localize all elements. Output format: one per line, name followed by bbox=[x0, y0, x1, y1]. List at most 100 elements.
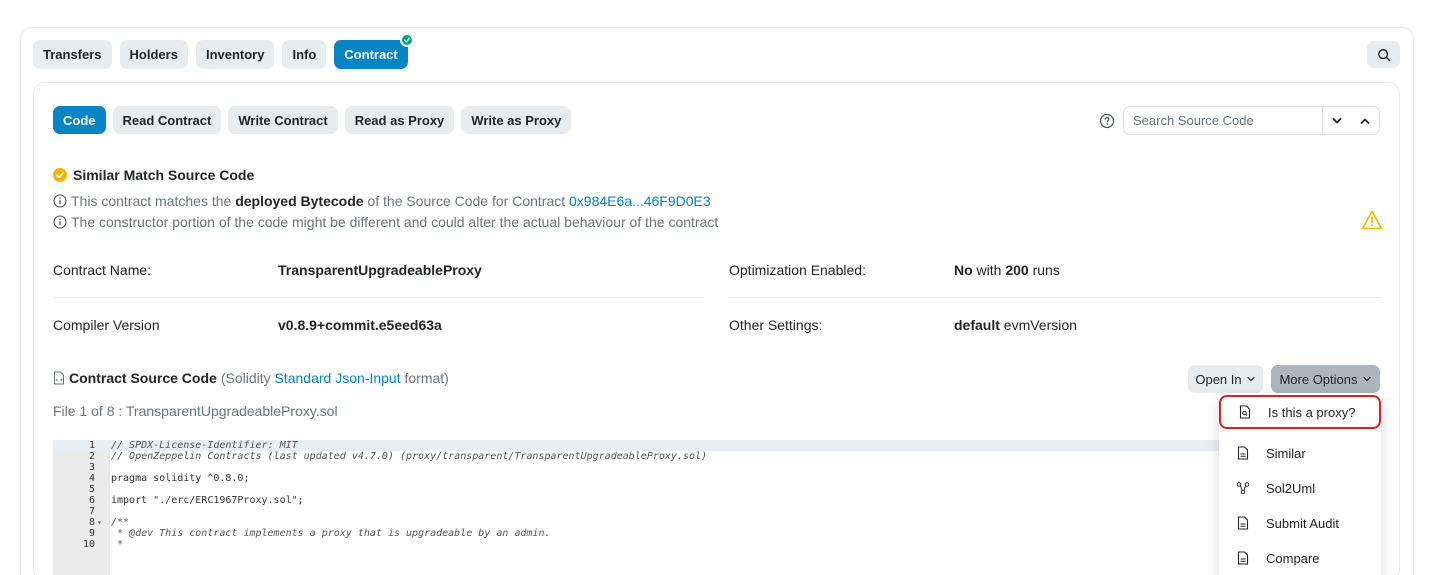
contract-name-value: TransparentUpgradeableProxy bbox=[278, 262, 482, 278]
divider bbox=[729, 297, 1380, 298]
tab-contract-label: Contract bbox=[344, 47, 398, 62]
line-number: 9 bbox=[88, 528, 95, 539]
source-code-title: Contract Source Code (Solidity Standard … bbox=[53, 370, 449, 386]
similar-match-label: Similar Match Source Code bbox=[73, 167, 255, 183]
info-icon bbox=[53, 215, 67, 229]
source-code-label: Contract Source Code bbox=[69, 370, 217, 386]
line-number: 7 bbox=[88, 506, 95, 517]
subtab-code[interactable]: Code bbox=[53, 106, 106, 134]
menu-item-label: Similar bbox=[1266, 445, 1306, 461]
help-icon[interactable] bbox=[1099, 113, 1115, 129]
code-line: 4 pragma solidity ^0.8.0; bbox=[53, 473, 1219, 484]
match-info-line-2: The constructor portion of the code migh… bbox=[53, 214, 718, 230]
more-options-button[interactable]: More Options bbox=[1271, 365, 1380, 393]
menu-item-label: Submit Audit bbox=[1266, 515, 1339, 531]
info-icon bbox=[53, 194, 67, 208]
contract-address-link[interactable]: 0x984E6a...46F9D0E3 bbox=[569, 193, 711, 209]
line-number: 5 bbox=[88, 484, 95, 495]
file-icon bbox=[1237, 446, 1249, 460]
subtab-read-contract[interactable]: Read Contract bbox=[112, 106, 222, 134]
optimization-value: No with 200 runs bbox=[954, 262, 1060, 278]
chevron-down-icon bbox=[1362, 376, 1371, 382]
optimization-runs-value: 200 bbox=[1005, 262, 1029, 278]
optimization-label: Optimization Enabled: bbox=[729, 262, 866, 278]
match-line2-text: The constructor portion of the code migh… bbox=[71, 214, 719, 230]
verified-check-icon bbox=[399, 33, 414, 47]
search-next-button[interactable] bbox=[1323, 107, 1351, 134]
menu-item-submit-audit[interactable]: Submit Audit bbox=[1219, 506, 1381, 540]
code-text: pragma solidity ^0.8.0; bbox=[111, 473, 250, 484]
code-text: import "./erc/ERC1967Proxy.sol"; bbox=[111, 495, 304, 506]
code-line: 6 import "./erc/ERC1967Proxy.sol"; bbox=[53, 495, 1219, 506]
tab-transfers[interactable]: Transfers bbox=[33, 40, 112, 69]
menu-item-sol2uml[interactable]: Sol2Uml bbox=[1219, 471, 1381, 505]
optimization-runs-suffix: runs bbox=[1028, 262, 1060, 278]
match-line1-pre: This contract matches the bbox=[71, 193, 236, 209]
line-number: 3 bbox=[88, 462, 95, 473]
line-number: 1 bbox=[88, 440, 95, 451]
code-line: 8 ▾ /** bbox=[53, 517, 1219, 528]
code-editor[interactable]: 1 // SPDX-License-Identifier: MIT 2 // Ope… bbox=[53, 440, 1253, 575]
similar-match-title: Similar Match Source Code bbox=[53, 167, 254, 183]
source-search-input[interactable] bbox=[1124, 107, 1322, 134]
line-number: 10 bbox=[82, 539, 95, 550]
divider bbox=[53, 297, 704, 298]
other-settings-suffix: evmVersion bbox=[999, 317, 1077, 333]
code-file-icon bbox=[54, 371, 64, 385]
subtab-write-contract[interactable]: Write Contract bbox=[228, 106, 338, 134]
tab-info[interactable]: Info bbox=[282, 40, 327, 69]
search-nav bbox=[1322, 107, 1379, 134]
optimization-enabled-value: No bbox=[954, 262, 973, 278]
open-in-button[interactable]: Open In bbox=[1188, 365, 1263, 393]
open-in-label: Open In bbox=[1195, 371, 1242, 387]
code-line: 3 bbox=[53, 462, 1219, 473]
file-indicator: File 1 of 8 : TransparentUpgradeableProx… bbox=[53, 403, 338, 419]
code-text: // SPDX-License-Identifier: MIT bbox=[111, 440, 298, 451]
menu-item-label: Sol2Uml bbox=[1266, 480, 1316, 496]
source-search-box bbox=[1123, 106, 1380, 135]
menu-item-label: Compare bbox=[1266, 550, 1320, 566]
more-options-menu: Is this a proxy? Similar Sol2Uml Submit … bbox=[1219, 393, 1381, 575]
tab-holders[interactable]: Holders bbox=[119, 40, 188, 69]
contract-name-label: Contract Name: bbox=[53, 262, 152, 278]
code-text: * @dev This contract implements a proxy … bbox=[111, 528, 551, 539]
contract-sub-tabs: Code Read Contract Write Contract Read a… bbox=[53, 106, 572, 134]
line-number: 2 bbox=[88, 451, 95, 462]
menu-item-is-this-a-proxy[interactable]: Is this a proxy? bbox=[1219, 395, 1381, 429]
code-line: 5 bbox=[53, 484, 1219, 495]
tab-inventory[interactable]: Inventory bbox=[195, 40, 275, 69]
search-prev-button[interactable] bbox=[1351, 107, 1379, 134]
match-check-icon bbox=[53, 168, 67, 182]
code-text: // OpenZeppelin Contracts (last updated … bbox=[111, 451, 708, 462]
code-line: 2 // OpenZeppelin Contracts (last updated… bbox=[53, 451, 1219, 462]
match-line1-mid: of the Source Code for Contract bbox=[363, 193, 570, 209]
standard-json-input-link[interactable]: Standard Json-Input bbox=[275, 370, 401, 386]
match-info-line-1: This contract matches the deployed Bytec… bbox=[53, 193, 711, 209]
warning-icon bbox=[1361, 210, 1383, 230]
other-settings-value: default evmVersion bbox=[954, 317, 1077, 333]
tab-contract[interactable]: Contract bbox=[334, 33, 414, 69]
chevron-up-icon bbox=[1360, 118, 1370, 124]
code-line: 1 // SPDX-License-Identifier: MIT bbox=[53, 440, 1219, 451]
subtab-write-as-proxy[interactable]: Write as Proxy bbox=[461, 106, 572, 134]
line-number: 8 bbox=[88, 517, 95, 528]
code-line: 10 * bbox=[53, 539, 1219, 550]
subtab-read-as-proxy[interactable]: Read as Proxy bbox=[344, 106, 455, 134]
search-icon bbox=[1377, 48, 1390, 61]
menu-item-compare[interactable]: Compare bbox=[1219, 541, 1381, 575]
top-tabs: Transfers Holders Inventory Info Contrac… bbox=[33, 33, 414, 69]
code-line: 9 * @dev This contract implements a prox… bbox=[53, 528, 1219, 539]
file-icon bbox=[1237, 516, 1249, 530]
menu-item-similar[interactable]: Similar bbox=[1219, 436, 1381, 470]
compiler-version-text: v0.8.9+commit.e5eed63a bbox=[278, 317, 442, 333]
code-text: * bbox=[111, 539, 124, 550]
other-settings-label: Other Settings: bbox=[729, 317, 823, 333]
source-format-suffix: format) bbox=[400, 370, 449, 386]
search-button[interactable] bbox=[1367, 41, 1400, 68]
fold-toggle-icon[interactable]: ▾ bbox=[97, 517, 102, 528]
file-icon bbox=[1237, 551, 1249, 565]
code-line: 7 bbox=[53, 506, 1219, 517]
file-search-icon bbox=[1239, 405, 1251, 419]
other-settings-bold: default bbox=[954, 317, 1000, 333]
line-number: 4 bbox=[88, 473, 95, 484]
